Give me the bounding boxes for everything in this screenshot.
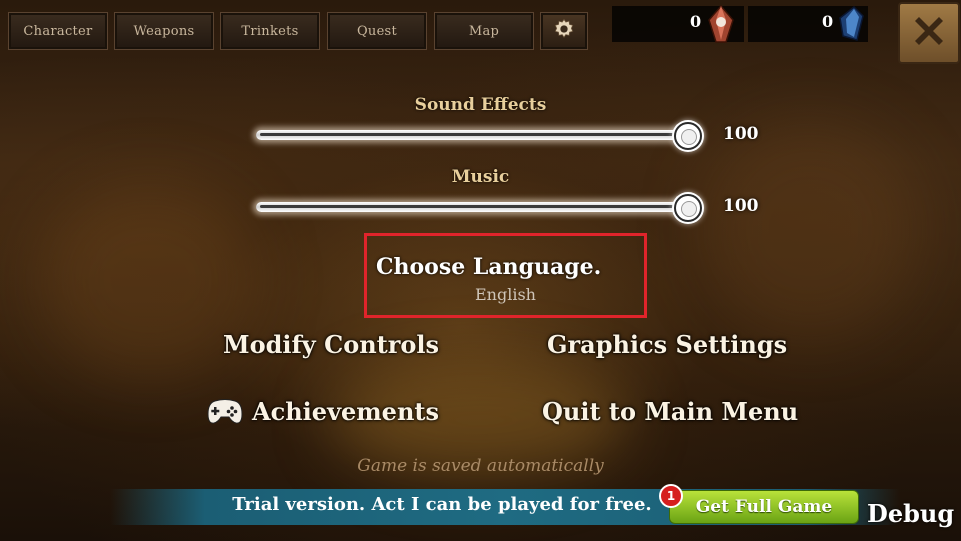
gamepad-icon [207, 398, 243, 430]
graphics-settings-button[interactable]: Graphics Settings [547, 330, 787, 359]
gear-icon [553, 18, 575, 44]
music-label: Music [451, 167, 510, 187]
get-full-game-button[interactable]: Get Full Game [669, 490, 859, 524]
choose-language-title: Choose Language. [376, 254, 602, 280]
quit-to-main-menu-button[interactable]: Quit to Main Menu [542, 397, 798, 426]
sound-effects-slider-handle[interactable] [674, 122, 702, 150]
red-crystal-icon [706, 4, 736, 48]
music-value: 100 [723, 196, 759, 216]
sound-effects-slider[interactable] [256, 130, 700, 140]
notification-badge: 1 [659, 484, 683, 508]
close-icon [909, 11, 949, 55]
tab-weapons[interactable]: Weapons [114, 12, 214, 50]
sound-effects-value: 100 [723, 124, 759, 144]
debug-button[interactable]: Debug [867, 499, 954, 528]
music-slider[interactable] [256, 202, 700, 212]
close-button[interactable] [898, 2, 960, 64]
achievements-button[interactable]: Achievements [252, 397, 439, 426]
autosave-note: Game is saved automatically [357, 456, 604, 476]
current-language: English [475, 285, 536, 304]
modify-controls-button[interactable]: Modify Controls [223, 330, 439, 359]
music-slider-handle[interactable] [674, 194, 702, 222]
tab-settings[interactable] [540, 12, 588, 50]
tab-trinkets[interactable]: Trinkets [220, 12, 320, 50]
blue-currency-value: 0 [822, 12, 834, 31]
red-currency-value: 0 [690, 12, 702, 31]
tab-map[interactable]: Map [434, 12, 534, 50]
trial-banner-text: Trial version. Act I can be played for f… [232, 494, 652, 515]
sound-effects-label: Sound Effects [414, 95, 547, 115]
blue-shard-icon [838, 5, 864, 46]
tab-quest[interactable]: Quest [327, 12, 427, 50]
tab-character[interactable]: Character [8, 12, 108, 50]
